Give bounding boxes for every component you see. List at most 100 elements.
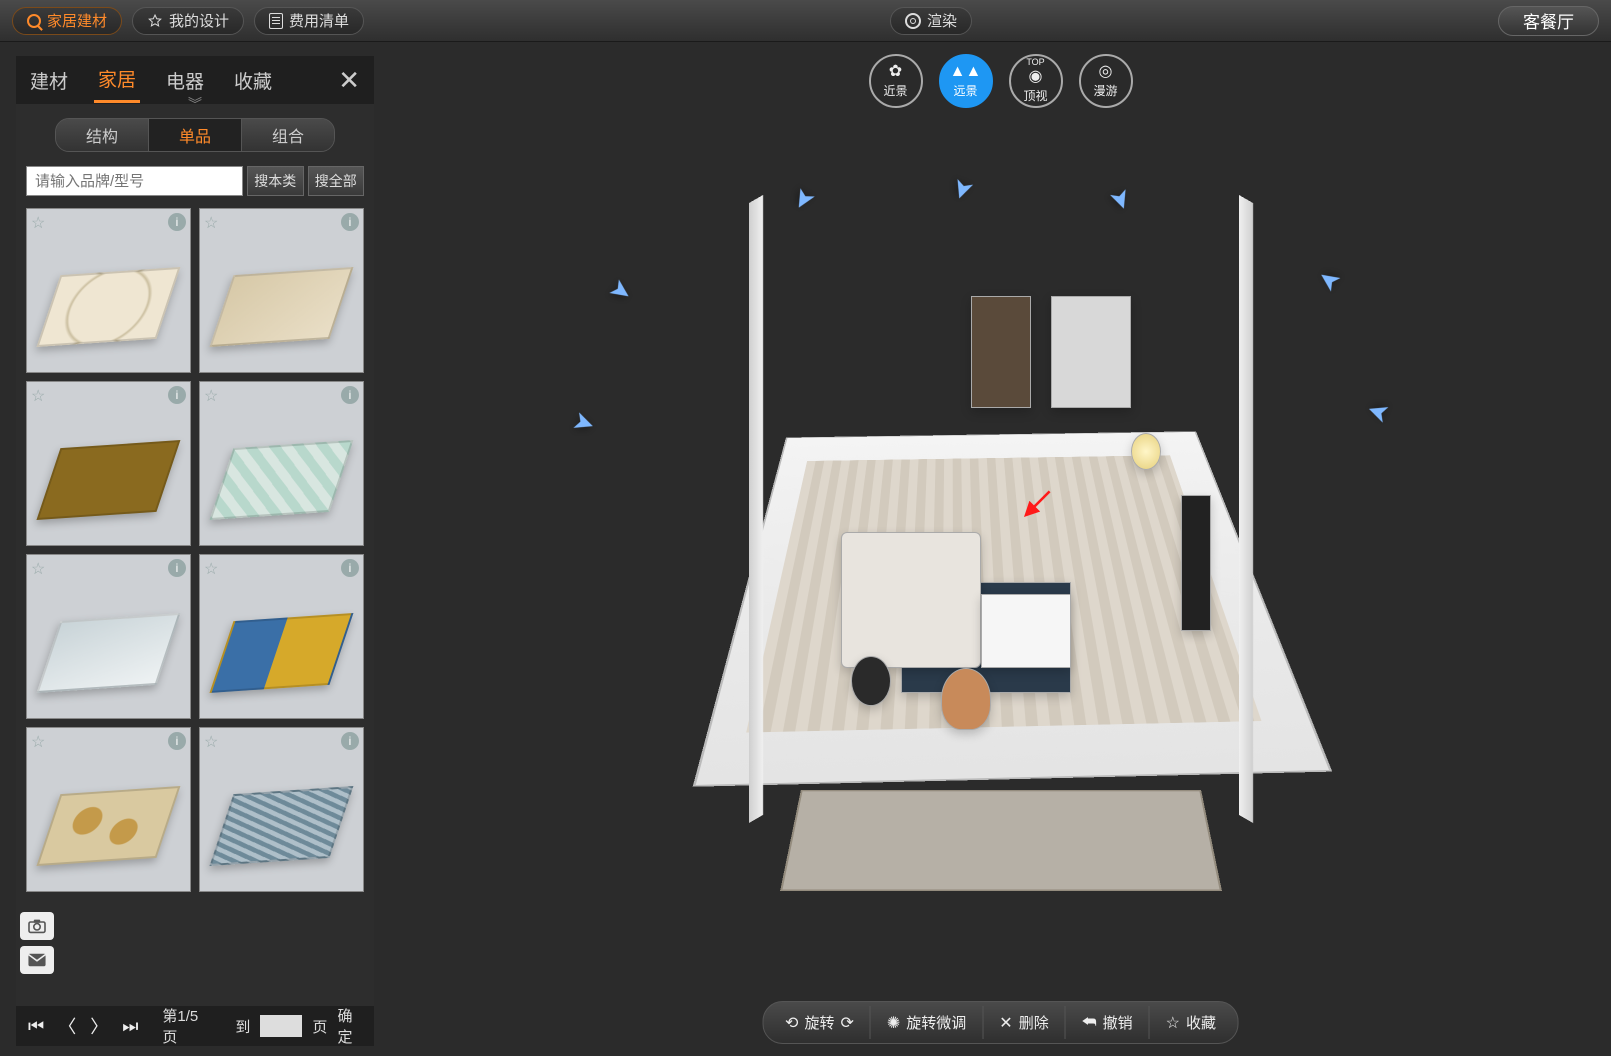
pager-input[interactable] xyxy=(260,1015,302,1037)
gear-icon: ✺ xyxy=(887,1013,900,1033)
item-card[interactable]: ☆i xyxy=(26,727,191,892)
search-input[interactable] xyxy=(26,166,243,196)
tab-my-designs[interactable]: 我的设计 xyxy=(132,7,244,35)
viewport-3d[interactable]: ✿ 近景 ▲▲ 远景 TOP ◉ 顶视 ◎ 漫游 ➤ ➤ ➤ ➤ ➤ ➤ ➤ xyxy=(390,42,1611,1056)
delete-button[interactable]: ✕ 删除 xyxy=(982,1006,1064,1039)
pager-next[interactable]: 〉 xyxy=(88,1013,110,1039)
camera-arrow-icon: ➤ xyxy=(603,272,639,310)
view-roam[interactable]: ◎ 漫游 xyxy=(1079,54,1133,108)
undo-button[interactable]: ⮪ 撤销 xyxy=(1065,1006,1149,1039)
sidebar-category-tabs: 建材 家居 电器 收藏 ✕ ︾ xyxy=(16,56,374,104)
pager-first[interactable]: ⏮ xyxy=(26,1016,46,1037)
search-all-button[interactable]: 搜全部 xyxy=(308,166,365,196)
sidetab-furniture[interactable]: 家居 xyxy=(94,57,140,103)
subtab-combo[interactable]: 组合 xyxy=(241,119,334,151)
sidebar: 建材 家居 电器 收藏 ✕ ︾ 结构 单品 组合 搜本类 搜全部 ☆i ☆i ☆… xyxy=(16,56,374,1046)
bottom-toolbar: ⟲ 旋转 ⟳ ✺ 旋转微调 ✕ 删除 ⮪ 撤销 ☆ 收藏 xyxy=(762,1001,1239,1044)
camera-arrow-icon: ➤ xyxy=(1103,184,1140,215)
item-grid-scroll[interactable]: ☆i ☆i ☆i ☆i ☆i ☆i ☆i ☆i xyxy=(16,204,374,1006)
rug-thumbnail xyxy=(209,440,353,520)
float-tools xyxy=(20,912,54,974)
camera-arrow-icon: ➤ xyxy=(944,174,981,205)
camera-arrow-icon: ➤ xyxy=(1311,262,1347,300)
item-card[interactable]: ☆i xyxy=(199,208,364,373)
star-icon[interactable]: ☆ xyxy=(31,559,45,579)
flower-icon: ✿ xyxy=(889,64,902,80)
view-top[interactable]: TOP ◉ 顶视 xyxy=(1009,54,1063,108)
item-card[interactable]: ☆i xyxy=(26,554,191,719)
rug-thumbnail xyxy=(36,267,180,347)
view-far-label: 远景 xyxy=(953,82,977,99)
item-card[interactable]: ☆i xyxy=(26,381,191,546)
rug-thumbnail xyxy=(36,613,180,693)
rug-thumbnail xyxy=(209,267,353,347)
info-icon[interactable]: i xyxy=(341,213,359,231)
person-icon: ◎ xyxy=(1099,64,1113,80)
star-icon[interactable]: ☆ xyxy=(204,213,218,233)
sidetab-building[interactable]: 建材 xyxy=(26,59,72,102)
pager-go[interactable]: 确定 xyxy=(337,1005,364,1047)
render-button[interactable]: 渲染 xyxy=(890,7,972,35)
info-icon[interactable]: i xyxy=(341,386,359,404)
info-icon[interactable]: i xyxy=(168,213,186,231)
camera-icon[interactable] xyxy=(20,912,54,940)
sidebar-close[interactable]: ✕ xyxy=(334,65,364,96)
rug-thumbnail xyxy=(36,786,180,866)
pager-last[interactable]: ⏭ xyxy=(120,1016,140,1037)
tab-materials[interactable]: 家居建材 xyxy=(12,7,122,35)
item-card[interactable]: ☆i xyxy=(199,727,364,892)
star-icon[interactable]: ☆ xyxy=(204,732,218,752)
view-top-label: 顶视 xyxy=(1023,87,1047,104)
close-icon: ✕ xyxy=(999,1013,1012,1033)
star-icon[interactable]: ☆ xyxy=(31,386,45,406)
camera-arrow-icon: ➤ xyxy=(1362,394,1393,431)
top-text: TOP xyxy=(1026,58,1044,67)
star-icon: ☆ xyxy=(1166,1013,1180,1033)
star-icon[interactable]: ☆ xyxy=(31,732,45,752)
pager-prev[interactable]: 〈 xyxy=(56,1013,78,1039)
favorite-button[interactable]: ☆ 收藏 xyxy=(1149,1006,1232,1039)
eye-icon: ◉ xyxy=(1029,69,1043,85)
item-card[interactable]: ☆i xyxy=(199,554,364,719)
sidetab-favorites[interactable]: 收藏 xyxy=(230,59,276,102)
star-icon[interactable]: ☆ xyxy=(204,386,218,406)
view-far[interactable]: ▲▲ 远景 xyxy=(939,54,993,108)
rotate-right-icon: ⟳ xyxy=(840,1013,853,1033)
view-mode-buttons: ✿ 近景 ▲▲ 远景 TOP ◉ 顶视 ◎ 漫游 xyxy=(869,54,1133,108)
room-selector[interactable]: 客餐厅 xyxy=(1498,6,1599,36)
item-card[interactable]: ☆i xyxy=(199,381,364,546)
top-toolbar: 家居建材 我的设计 费用清单 渲染 客餐厅 xyxy=(0,0,1611,42)
mail-icon[interactable] xyxy=(20,946,54,974)
undo-label: 撤销 xyxy=(1103,1012,1133,1033)
pager-label: 第1/5页 xyxy=(162,1005,207,1047)
tab-cost-list[interactable]: 费用清单 xyxy=(254,7,364,35)
rotate-label: 旋转 xyxy=(804,1012,834,1033)
camera-arrow-icon: ➤ xyxy=(785,182,823,216)
mountain-icon: ▲▲ xyxy=(950,64,982,80)
info-icon[interactable]: i xyxy=(341,732,359,750)
rotate-left-icon: ⟲ xyxy=(785,1013,798,1033)
star-icon[interactable]: ☆ xyxy=(31,213,45,233)
room-selector-label: 客餐厅 xyxy=(1523,13,1574,32)
search-row: 搜本类 搜全部 xyxy=(16,158,374,204)
info-icon[interactable]: i xyxy=(168,732,186,750)
rotate-button[interactable]: ⟲ 旋转 ⟳ xyxy=(769,1006,870,1039)
subtab-structure[interactable]: 结构 xyxy=(56,119,148,151)
view-near[interactable]: ✿ 近景 xyxy=(869,54,923,108)
view-near-label: 近景 xyxy=(883,82,907,99)
star-icon xyxy=(147,13,163,29)
tab-cost-list-label: 费用清单 xyxy=(289,10,349,31)
tab-my-designs-label: 我的设计 xyxy=(169,10,229,31)
pager-page-suffix: 页 xyxy=(312,1016,327,1037)
search-category-button[interactable]: 搜本类 xyxy=(247,166,304,196)
favorite-label: 收藏 xyxy=(1186,1012,1216,1033)
rotate-fine-button[interactable]: ✺ 旋转微调 xyxy=(870,1006,982,1039)
subtab-single[interactable]: 单品 xyxy=(148,119,241,151)
info-icon[interactable]: i xyxy=(168,559,186,577)
star-icon[interactable]: ☆ xyxy=(204,559,218,579)
pager-to: 到 xyxy=(235,1016,250,1037)
item-card[interactable]: ☆i xyxy=(26,208,191,373)
undo-icon: ⮪ xyxy=(1082,1014,1097,1032)
info-icon[interactable]: i xyxy=(168,386,186,404)
info-icon[interactable]: i xyxy=(341,559,359,577)
